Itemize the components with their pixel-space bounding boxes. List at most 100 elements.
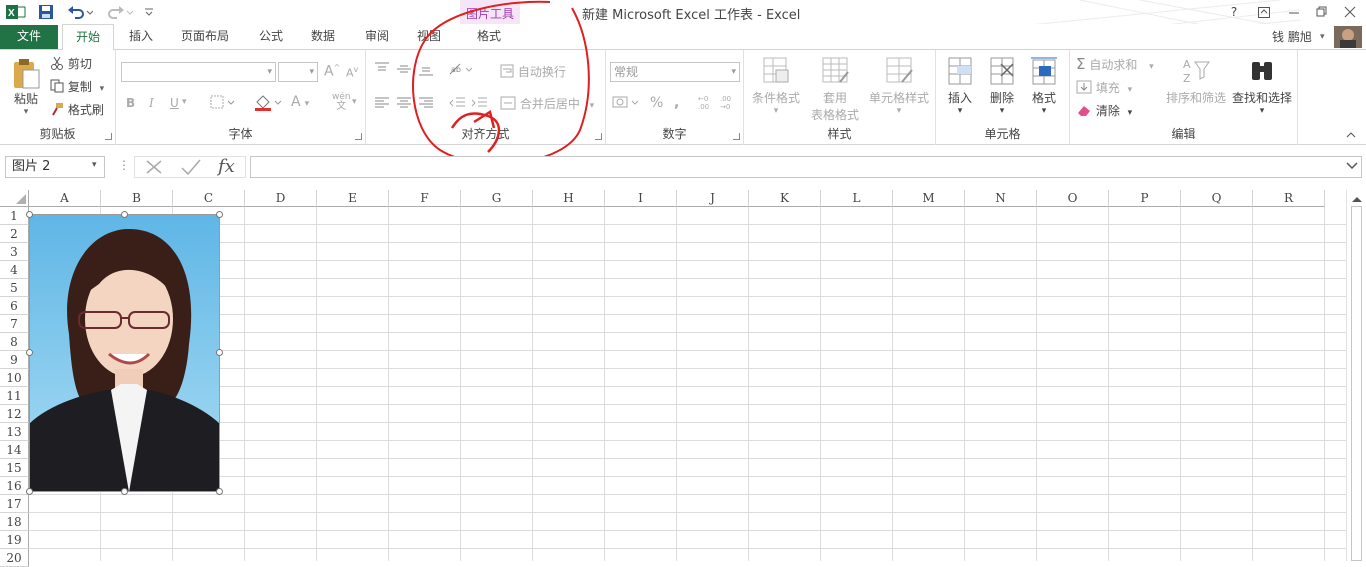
column-header-k[interactable]: K	[749, 190, 821, 207]
row-header-7[interactable]: 7	[0, 315, 29, 333]
decrease-decimal-button[interactable]: .00 →0	[720, 94, 738, 113]
picture-2[interactable]	[29, 214, 220, 492]
column-header-g[interactable]: G	[461, 190, 533, 207]
tab-picture-format[interactable]: 格式	[462, 24, 516, 50]
merge-center-button[interactable]: 合并后居中 ▾	[500, 95, 594, 113]
user-avatar[interactable]	[1334, 26, 1362, 48]
tab-home[interactable]: 开始	[62, 24, 114, 51]
customize-qat-icon[interactable]	[142, 3, 156, 21]
format-painter-button[interactable]: 格式刷	[50, 101, 104, 119]
align-left-button[interactable]	[374, 96, 390, 113]
resize-handle-bottom[interactable]	[121, 488, 128, 495]
row-header-19[interactable]: 19	[0, 531, 29, 549]
expand-formula-bar-icon[interactable]	[1346, 160, 1358, 174]
increase-indent-button[interactable]	[470, 96, 488, 113]
copy-button[interactable]: 复制 ▾	[50, 78, 104, 96]
clear-button[interactable]: 清除 ▾	[1076, 102, 1132, 120]
bottom-align-button[interactable]	[418, 62, 434, 79]
decrease-font-button[interactable]: Av	[346, 65, 358, 80]
resize-handle-top-left[interactable]	[26, 211, 33, 218]
row-header-17[interactable]: 17	[0, 495, 29, 513]
conditional-formatting-button[interactable]: 条件格式 ▾	[750, 56, 802, 116]
alignment-launcher-icon[interactable]	[595, 133, 602, 140]
middle-align-button[interactable]	[396, 62, 412, 79]
row-header-13[interactable]: 13	[0, 423, 29, 441]
tab-page-layout[interactable]: 页面布局	[172, 24, 238, 50]
row-header-4[interactable]: 4	[0, 261, 29, 279]
row-header-18[interactable]: 18	[0, 513, 29, 531]
tab-insert[interactable]: 插入	[120, 24, 162, 50]
column-header-h[interactable]: H	[533, 190, 605, 207]
row-header-12[interactable]: 12	[0, 405, 29, 423]
row-header-10[interactable]: 10	[0, 369, 29, 387]
italic-button[interactable]: I	[149, 96, 154, 110]
resize-handle-right[interactable]	[216, 349, 223, 356]
column-header-c[interactable]: C	[173, 190, 245, 207]
restore-icon[interactable]	[1310, 2, 1334, 22]
user-name[interactable]: 钱 鹏旭	[1272, 28, 1312, 45]
bold-button[interactable]: B	[126, 96, 135, 110]
tab-formulas[interactable]: 公式	[250, 24, 292, 50]
column-header-q[interactable]: Q	[1181, 190, 1253, 207]
name-box[interactable]: 图片 2	[5, 156, 105, 178]
row-header-6[interactable]: 6	[0, 297, 29, 315]
top-align-button[interactable]	[374, 62, 390, 79]
underline-button[interactable]: U	[170, 96, 179, 110]
number-format-combo[interactable]: 常规	[610, 62, 740, 82]
border-button[interactable]	[210, 94, 236, 113]
font-launcher-icon[interactable]	[355, 133, 362, 140]
column-header-i[interactable]: I	[605, 190, 677, 207]
tab-view[interactable]: 视图	[408, 24, 450, 50]
resize-handle-top-right[interactable]	[216, 211, 223, 218]
font-size-combo[interactable]	[278, 62, 318, 82]
row-header-20[interactable]: 20	[0, 549, 29, 567]
wrap-text-button[interactable]: 自动换行	[500, 63, 566, 81]
close-icon[interactable]	[1338, 2, 1362, 22]
orientation-button[interactable]: ab	[448, 62, 473, 79]
column-header-p[interactable]: P	[1109, 190, 1181, 207]
row-header-16[interactable]: 16	[0, 477, 29, 495]
font-name-combo[interactable]	[121, 62, 276, 82]
tab-review[interactable]: 审阅	[356, 24, 398, 50]
row-header-11[interactable]: 11	[0, 387, 29, 405]
column-header-l[interactable]: L	[821, 190, 893, 207]
comma-button[interactable]: ,	[674, 95, 679, 111]
column-header-o[interactable]: O	[1037, 190, 1109, 207]
cell-styles-button[interactable]: 单元格样式 ▾	[866, 56, 932, 116]
row-header-15[interactable]: 15	[0, 459, 29, 477]
row-header-5[interactable]: 5	[0, 279, 29, 297]
redo-icon[interactable]	[106, 3, 134, 21]
cancel-formula-icon[interactable]	[144, 158, 164, 179]
column-header-j[interactable]: J	[677, 190, 749, 207]
align-center-button[interactable]	[396, 96, 412, 113]
select-all-corner[interactable]	[0, 190, 29, 207]
column-header-r[interactable]: R	[1253, 190, 1325, 207]
row-header-2[interactable]: 2	[0, 225, 29, 243]
column-header-e[interactable]: E	[317, 190, 389, 207]
underline-chevron-icon[interactable]: ▾	[182, 97, 187, 107]
row-header-9[interactable]: 9	[0, 351, 29, 369]
worksheet-grid[interactable]: ABCDEFGHIJKLMNOPQR 1 2 3 4 5 6 7 8 9 10 11 12 13 14 15…	[0, 190, 1366, 567]
resize-handle-left[interactable]	[26, 349, 33, 356]
fill-button[interactable]: 填充 ▾	[1076, 79, 1132, 97]
name-box-chevron-icon[interactable]: ▾	[92, 160, 97, 170]
clipboard-launcher-icon[interactable]	[105, 133, 112, 140]
row-header-14[interactable]: 14	[0, 441, 29, 459]
resize-handle-top[interactable]	[121, 211, 128, 218]
column-header-f[interactable]: F	[389, 190, 461, 207]
increase-decimal-button[interactable]: ←0.00	[698, 94, 716, 113]
vertical-scrollbar[interactable]	[1346, 190, 1366, 561]
column-header-b[interactable]: B	[101, 190, 173, 207]
ribbon-display-options-icon[interactable]	[1252, 2, 1276, 22]
user-menu-chevron-icon[interactable]: ▾	[1320, 32, 1325, 42]
save-icon[interactable]	[36, 3, 56, 21]
help-button[interactable]: ?	[1222, 2, 1246, 22]
enter-formula-icon[interactable]	[180, 158, 202, 179]
scroll-up-icon[interactable]	[1348, 192, 1366, 206]
fill-color-button[interactable]	[254, 94, 282, 115]
autosum-button[interactable]: Σ 自动求和 ▾	[1076, 55, 1154, 73]
sort-filter-button[interactable]: AZ 排序和筛选	[1164, 56, 1228, 106]
number-launcher-icon[interactable]	[733, 133, 740, 140]
formula-input[interactable]	[250, 156, 1362, 178]
decrease-indent-button[interactable]	[448, 96, 466, 113]
